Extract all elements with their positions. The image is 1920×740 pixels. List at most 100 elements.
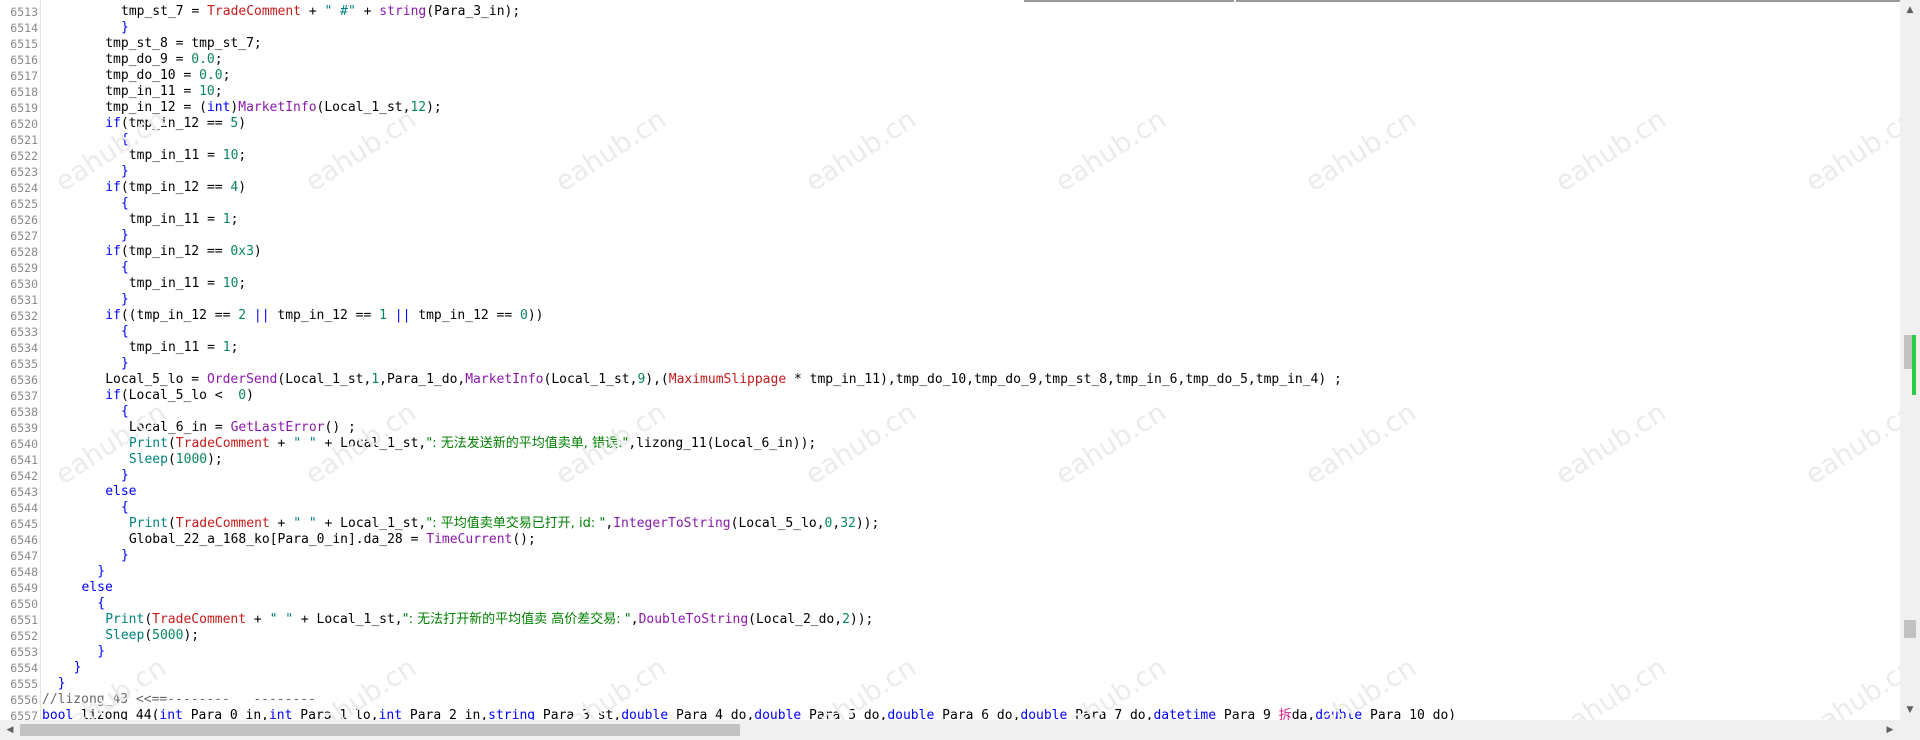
code-line[interactable]: tmp_in_11 = 1;	[121, 212, 239, 228]
code-line[interactable]: }	[121, 228, 129, 244]
code-token: tmp_in_11 =	[121, 212, 223, 227]
code-line[interactable]: {	[121, 324, 129, 340]
code-line[interactable]: }	[97, 644, 105, 660]
vertical-scrollbar[interactable]: ▲ ▼	[1900, 0, 1920, 720]
code-line[interactable]: }	[121, 468, 129, 484]
line-number: 6548	[10, 565, 38, 579]
code-line[interactable]: Print(TradeComment + " " + Local_1_st,":…	[121, 436, 816, 452]
code-line[interactable]: tmp_do_10 = 0.0;	[105, 68, 230, 84]
code-token: 1	[222, 212, 231, 227]
code-line[interactable]: {	[121, 260, 129, 276]
line-number: 6515	[10, 37, 38, 51]
code-line[interactable]: }	[121, 292, 129, 308]
code-line[interactable]: if(tmp_in_12 == 4)	[105, 180, 246, 196]
code-line[interactable]: Sleep(5000);	[105, 628, 199, 644]
code-line[interactable]: tmp_in_11 = 10;	[105, 84, 222, 100]
code-token: 1	[222, 340, 231, 355]
code-line[interactable]: }	[121, 356, 129, 372]
line-number: 6533	[10, 325, 38, 339]
vertical-scroll-thumb-secondary[interactable]	[1904, 620, 1916, 638]
code-token: +	[301, 4, 325, 19]
code-line[interactable]: {	[121, 404, 129, 420]
code-line[interactable]: if((tmp_in_12 == 2 || tmp_in_12 == 1 || …	[105, 308, 543, 324]
code-line[interactable]: Sleep(1000);	[121, 452, 223, 468]
code-token: da,	[1291, 708, 1316, 720]
code-token: ));	[849, 612, 874, 627]
code-line[interactable]: Local_6_in = GetLastError() ;	[121, 420, 356, 436]
code-token: tmp_in_12 ==	[269, 308, 380, 323]
line-number: 6545	[10, 517, 38, 531]
code-token: Print	[105, 612, 145, 627]
line-number: 6541	[10, 453, 38, 467]
code-token: ": 平均值卖单交易已打开, id: "	[426, 516, 606, 531]
code-token: 1	[379, 308, 387, 323]
code-token: double	[887, 708, 935, 720]
scroll-up-arrow-icon[interactable]: ▲	[1900, 0, 1920, 20]
line-number-gutter: 6513 6514 6515 6516 6517 6518 6519 6520 6521 6522…	[0, 0, 41, 720]
code-token: 32	[840, 516, 856, 531]
scroll-down-arrow-icon[interactable]: ▼	[1900, 700, 1920, 720]
code-token: else	[105, 484, 137, 499]
code-line[interactable]: else	[105, 484, 136, 500]
code-token: Para_0_in,	[182, 708, 269, 720]
code-token: Para_7_do,	[1067, 708, 1154, 720]
code-token: }	[97, 564, 106, 579]
code-line[interactable]: tmp_in_11 = 1;	[121, 340, 239, 356]
code-line[interactable]: }	[58, 676, 66, 692]
code-line[interactable]: Local_5_lo = OrderSend(Local_1_st,1,Para…	[105, 372, 1342, 388]
scroll-right-arrow-icon[interactable]: ▶	[1880, 720, 1900, 740]
code-line[interactable]: }	[121, 20, 129, 36]
code-editor[interactable]: 6513 6514 6515 6516 6517 6518 6519 6520 6521 6522…	[0, 0, 1900, 720]
code-token: ;	[238, 276, 247, 291]
code-line[interactable]: }	[74, 660, 82, 676]
code-line[interactable]: Global_22_a_168_ko[Para_0_in].da_28 = Ti…	[121, 532, 536, 548]
code-token: + Local_1_st,	[293, 612, 403, 627]
line-number: 6528	[10, 245, 38, 259]
code-token: ((tmp_in_12 ==	[120, 308, 239, 323]
code-token: string	[379, 4, 427, 19]
code-line[interactable]: {	[97, 596, 105, 612]
code-token: TimeCurrent	[426, 532, 513, 547]
code-token: tmp_in_11 =	[121, 276, 223, 291]
code-token: lizong_44(	[73, 708, 160, 720]
code-line[interactable]: if(tmp_in_12 == 0x3)	[105, 244, 262, 260]
code-line[interactable]: tmp_in_11 = 10;	[121, 276, 246, 292]
code-line[interactable]: Print(TradeComment + " " + Local_1_st,":…	[121, 516, 880, 532]
code-line[interactable]: if(tmp_in_12 == 5)	[105, 116, 246, 132]
vertical-scroll-thumb[interactable]	[1904, 335, 1912, 369]
code-line[interactable]: tmp_do_9 = 0.0;	[105, 52, 222, 68]
code-token: }	[121, 228, 129, 243]
code-token: IntegerToString	[613, 516, 731, 531]
code-token: tmp_in_12 = (	[105, 100, 207, 115]
line-number: 6520	[10, 117, 38, 131]
code-token: 1000	[175, 452, 208, 467]
code-line[interactable]: Print(TradeComment + " " + Local_1_st,":…	[105, 612, 873, 628]
horizontal-scroll-thumb[interactable]	[20, 724, 740, 736]
code-line[interactable]: }	[97, 564, 105, 580]
horizontal-scrollbar[interactable]: ◀ ▶	[0, 720, 1900, 740]
line-number: 6557	[10, 709, 38, 720]
code-token: tmp_in_11 =	[105, 84, 200, 99]
code-line[interactable]: {	[121, 132, 129, 148]
code-line[interactable]: tmp_st_8 = tmp_st_7;	[105, 36, 262, 52]
line-number: 6524	[10, 181, 38, 195]
code-line[interactable]: tmp_in_12 = (int)MarketInfo(Local_1_st,1…	[105, 100, 442, 116]
code-token: Local_5_lo =	[105, 372, 207, 387]
code-line[interactable]: }	[121, 548, 129, 564]
line-number: 6527	[10, 229, 38, 243]
code-token: ,lizong_11(Local_6_in));	[628, 436, 817, 451]
code-line[interactable]: if(Local_5_lo < 0)	[105, 388, 254, 404]
code-line[interactable]: tmp_in_11 = 10;	[121, 148, 246, 164]
line-number: 6544	[10, 501, 38, 515]
scroll-left-arrow-icon[interactable]: ◀	[0, 720, 20, 740]
code-line[interactable]: bool lizong_44(int Para_0_in,int Para_1_…	[42, 708, 1456, 720]
code-line[interactable]: //lizong_43 <<==-------- --------	[42, 692, 316, 708]
code-line[interactable]: {	[121, 500, 129, 516]
code-token: (Local_1_st,	[316, 100, 411, 115]
code-line[interactable]: else	[82, 580, 113, 596]
code-area[interactable]: tmp_st_7 = TradeComment + " #" + string(…	[42, 0, 1898, 720]
code-line[interactable]: tmp_st_7 = TradeComment + " #" + string(…	[121, 4, 520, 20]
code-line[interactable]: }	[121, 164, 129, 180]
code-token: (Para_3_in);	[426, 4, 521, 19]
code-line[interactable]: {	[121, 196, 129, 212]
